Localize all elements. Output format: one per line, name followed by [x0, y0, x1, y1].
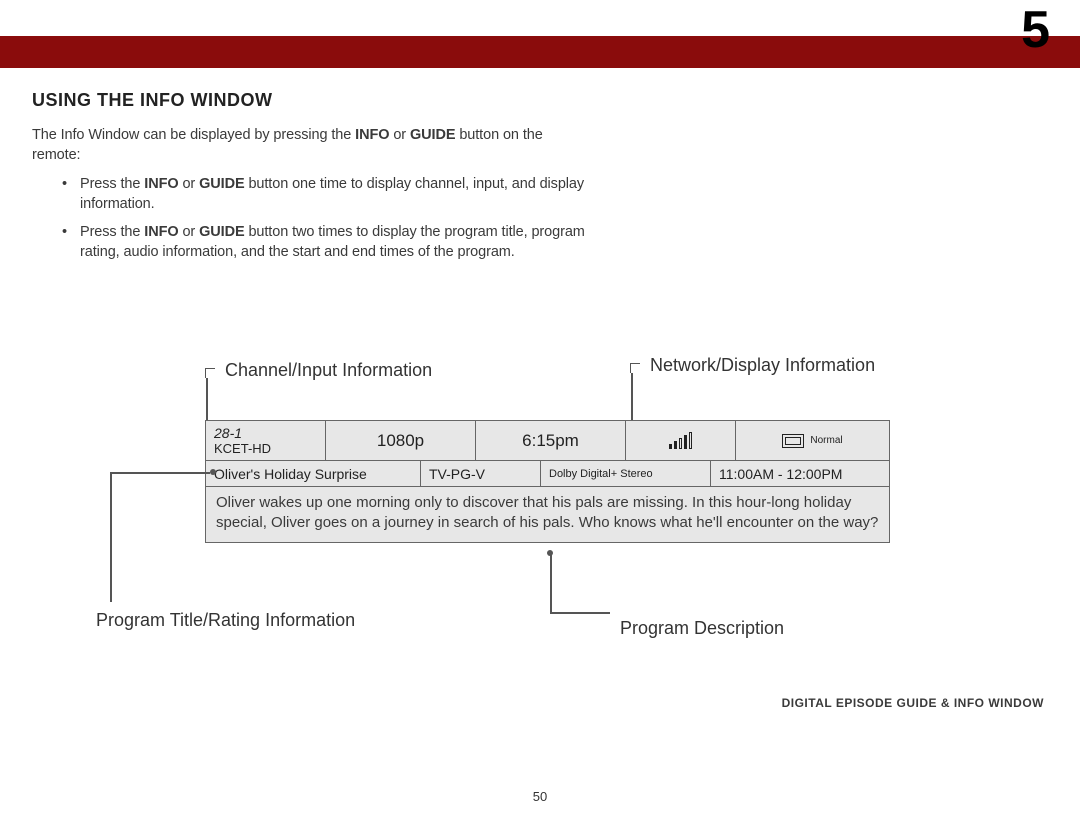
program-title: Oliver's Holiday Surprise [206, 461, 421, 486]
section-title: USING THE INFO WINDOW [32, 90, 1048, 111]
intro-text: The Info Window can be displayed by pres… [32, 125, 592, 166]
connector-line [550, 552, 552, 612]
program-rating: TV-PG-V [421, 461, 541, 486]
signal-icon [669, 433, 692, 449]
bullet-item: Press the INFO or GUIDE button one time … [62, 174, 592, 214]
page-number: 50 [0, 789, 1080, 804]
label-channel-input: Channel/Input Information [225, 360, 432, 381]
program-description-text: Oliver wakes up one morning only to disc… [206, 487, 889, 542]
bracket-icon [630, 363, 640, 373]
channel-name: KCET-HD [214, 441, 317, 456]
connector-dot [210, 469, 216, 475]
channel-number: 28-1 [214, 425, 317, 441]
label-program-title-rating: Program Title/Rating Information [96, 610, 355, 631]
display-mode-icon [782, 434, 804, 448]
header-red-bar [0, 36, 1080, 68]
bullet-list: Press the INFO or GUIDE button one time … [62, 174, 592, 262]
connector-line [110, 472, 112, 602]
program-times: 11:00AM - 12:00PM [711, 461, 889, 486]
label-program-description: Program Description [620, 618, 784, 639]
display-mode: Normal [810, 435, 842, 446]
bullet-item: Press the INFO or GUIDE button two times… [62, 222, 592, 262]
label-network-display: Network/Display Information [650, 355, 875, 376]
connector-dot [547, 550, 553, 556]
footer-section-label: DIGITAL EPISODE GUIDE & INFO WINDOW [772, 690, 1048, 714]
bracket-icon [205, 368, 215, 378]
connector-line [110, 472, 210, 474]
chapter-number: 5 [1021, 0, 1050, 60]
info-window: 28-1 KCET-HD 1080p 6:15pm Normal [205, 420, 890, 543]
current-time: 6:15pm [476, 421, 626, 460]
connector-line [550, 612, 610, 614]
resolution-value: 1080p [326, 421, 476, 460]
audio-info: Dolby Digital+ Stereo [541, 461, 711, 486]
